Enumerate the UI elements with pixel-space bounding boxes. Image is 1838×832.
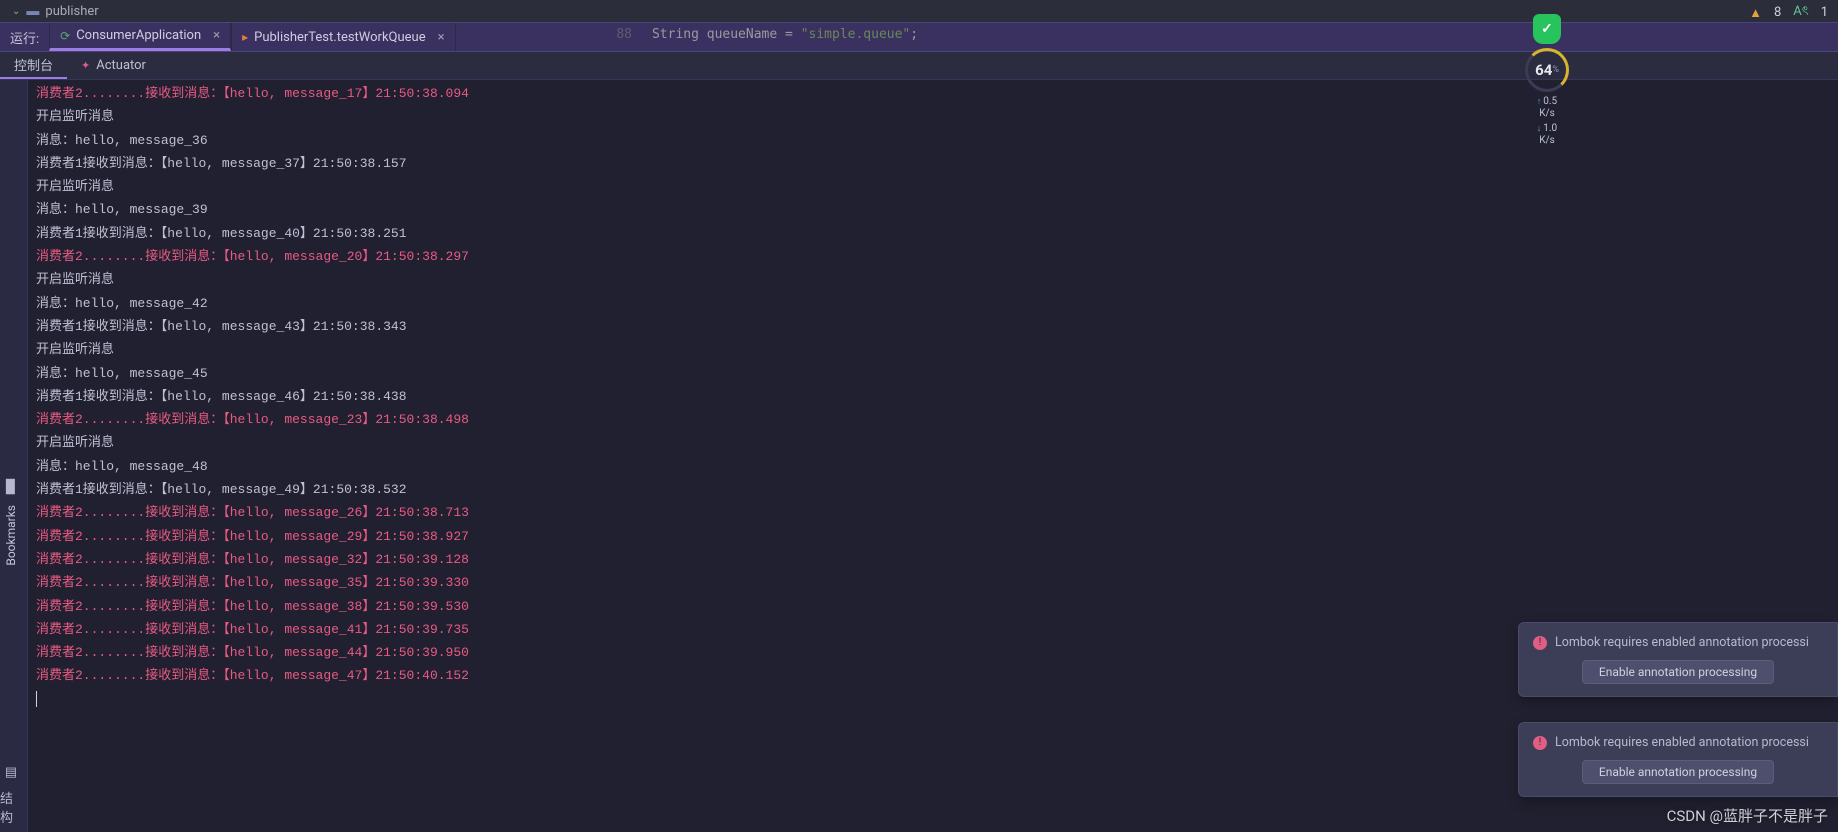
- top-status: ▲ 8 Aৎ 1: [1749, 2, 1828, 23]
- typo-icon[interactable]: Aৎ: [1793, 2, 1808, 23]
- run-tab-label: ConsumerApplication: [76, 28, 201, 43]
- console-line: 消息：hello, message_48: [36, 455, 1830, 478]
- console-line: 开启监听消息: [36, 338, 1830, 361]
- console-line: 消费者2........接收到消息：【hello, message_35】21:…: [36, 571, 1830, 594]
- performance-meter[interactable]: 64% ↑0.5 K/s ↓1.0 K/s: [1524, 14, 1570, 146]
- console-line: 消息：hello, message_45: [36, 362, 1830, 385]
- left-rail: ▉ Bookmarks: [0, 480, 22, 566]
- cursor-icon: [36, 691, 37, 707]
- console-line: 消费者2........接收到消息：【hello, message_38】21:…: [36, 595, 1830, 618]
- run-tab-consumer-application[interactable]: ⟳ ConsumerApplication ×: [49, 23, 231, 51]
- enable-annotation-button[interactable]: Enable annotation processing: [1582, 660, 1774, 684]
- console-line: 消费者1接收到消息：【hello, message_40】21:50:38.25…: [36, 222, 1830, 245]
- structure-icon[interactable]: ▤: [5, 765, 17, 780]
- notification-lombok-2[interactable]: ! Lombok requires enabled annotation pro…: [1518, 722, 1838, 797]
- warning-icon[interactable]: ▲: [1749, 5, 1762, 21]
- sub-tab-label: 控制台: [14, 55, 53, 74]
- notification-title: Lombok requires enabled annotation proce…: [1555, 635, 1809, 650]
- sub-tab-label: Actuator: [96, 58, 146, 73]
- console-gutter: [0, 80, 28, 832]
- actuator-icon: ✦: [81, 59, 90, 72]
- usage-percent: 64: [1535, 61, 1552, 79]
- download-rate: ↓1.0 K/s: [1537, 123, 1557, 146]
- editor-file-tab[interactable]: ⌄ ▬ publisher: [0, 0, 111, 22]
- console-line: 消费者2........接收到消息：【hello, message_20】21:…: [36, 245, 1830, 268]
- error-icon: !: [1533, 736, 1547, 750]
- watermark: CSDN @蓝胖子不是胖子: [1667, 805, 1828, 826]
- console-line: 消费者2........接收到消息：【hello, message_26】21:…: [36, 501, 1830, 524]
- close-icon[interactable]: ×: [438, 30, 445, 45]
- console-line: 消费者2........接收到消息：【hello, message_32】21:…: [36, 548, 1830, 571]
- console-line: 消费者2........接收到消息：【hello, message_29】21:…: [36, 525, 1830, 548]
- notification-lombok-1[interactable]: ! Lombok requires enabled annotation pro…: [1518, 622, 1838, 697]
- console-line: 开启监听消息: [36, 175, 1830, 198]
- run-tab-publisher-test[interactable]: ▸ PublisherTest.testWorkQueue ×: [231, 23, 455, 51]
- structure-tool[interactable]: 结构: [0, 788, 22, 826]
- run-label: 运行:: [0, 23, 49, 51]
- console-output[interactable]: 消费者2........接收到消息：【hello, message_17】21:…: [28, 80, 1838, 832]
- console-line: 消费者1接收到消息：【hello, message_49】21:50:38.53…: [36, 478, 1830, 501]
- editor-file-name: publisher: [45, 4, 98, 19]
- usage-ring: 64%: [1525, 48, 1569, 92]
- upload-rate: ↑0.5 K/s: [1537, 96, 1557, 119]
- console-line: 消息：hello, message_42: [36, 292, 1830, 315]
- console-line: 消费者1接收到消息：【hello, message_37】21:50:38.15…: [36, 152, 1830, 175]
- test-icon: ▸: [242, 30, 248, 44]
- console-line: 开启监听消息: [36, 431, 1830, 454]
- editor-code-preview: 88String queueName = "simple.queue";: [585, 12, 918, 57]
- shield-ok-icon: [1533, 14, 1561, 44]
- console-line: 消费者1接收到消息：【hello, message_43】21:50:38.34…: [36, 315, 1830, 338]
- left-rail-bottom: ▤ 结构: [0, 765, 22, 826]
- console-line: 消费者2........接收到消息：【hello, message_23】21:…: [36, 408, 1830, 431]
- warning-count: 8: [1774, 5, 1781, 20]
- console-line: 消息：hello, message_39: [36, 198, 1830, 221]
- notification-title: Lombok requires enabled annotation proce…: [1555, 735, 1809, 750]
- console-line: 开启监听消息: [36, 268, 1830, 291]
- console-line: 消费者1接收到消息：【hello, message_46】21:50:38.43…: [36, 385, 1830, 408]
- folder-icon: ▬: [26, 3, 39, 19]
- bookmarks-tool[interactable]: Bookmarks: [4, 505, 18, 566]
- typo-count: 1: [1821, 5, 1828, 20]
- run-icon: ⟳: [60, 29, 70, 43]
- chevron-down-icon: ⌄: [12, 6, 20, 17]
- run-tab-label: PublisherTest.testWorkQueue: [254, 30, 426, 45]
- close-icon[interactable]: ×: [213, 28, 220, 43]
- enable-annotation-button[interactable]: Enable annotation processing: [1582, 760, 1774, 784]
- sub-tab-console[interactable]: 控制台: [0, 52, 67, 79]
- editor-line-number: 88: [616, 27, 632, 42]
- sub-tab-actuator[interactable]: ✦ Actuator: [67, 52, 160, 79]
- bookmark-icon[interactable]: ▉: [6, 480, 16, 495]
- error-icon: !: [1533, 636, 1547, 650]
